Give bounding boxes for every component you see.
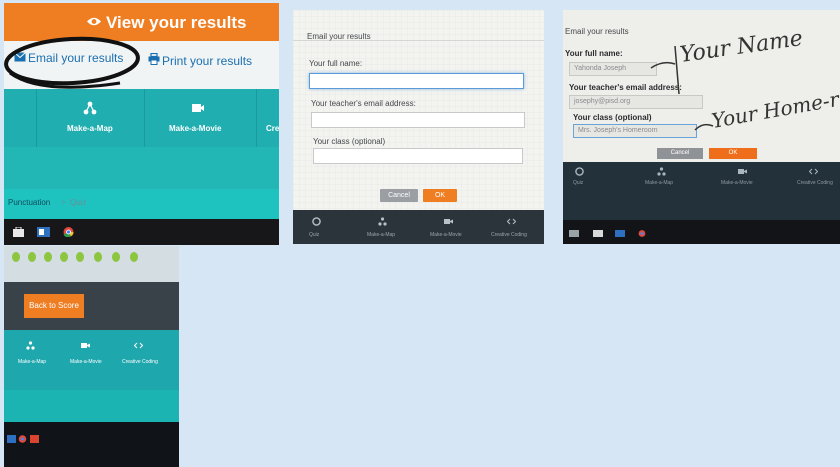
code-icon	[134, 342, 143, 349]
movie-camera-icon	[81, 343, 90, 348]
map-icon	[378, 217, 387, 226]
print-results-link[interactable]: Print your results	[162, 54, 252, 68]
tile-divider	[36, 89, 37, 147]
quiz-icon	[312, 217, 321, 226]
tile-make-a-movie[interactable]: Make-a-Movie	[169, 124, 221, 133]
teacher-email-input[interactable]	[311, 112, 525, 128]
content-band	[4, 147, 279, 189]
teacher-email-label: Your teacher's email address:	[311, 99, 416, 108]
chrome-icon[interactable]	[18, 435, 27, 443]
code-icon	[809, 168, 818, 175]
hand-drawn-circle-mark	[4, 36, 140, 89]
green-dot	[12, 252, 20, 262]
movie-camera-icon	[738, 169, 747, 174]
tile-creative-coding[interactable]: Creative Coding	[491, 232, 527, 238]
taskbar-app-icon[interactable]	[30, 435, 39, 443]
tile-creative-coding[interactable]: Creative Coding	[797, 180, 833, 186]
content-band	[4, 390, 179, 422]
map-icon	[83, 101, 97, 115]
tile-creative-coding[interactable]: Creative Coding	[122, 359, 158, 365]
tiles-bar-dark	[563, 162, 840, 220]
tiles-bar-dark	[293, 210, 544, 244]
handwritten-annotations: Your Name Your Home-room	[650, 26, 840, 133]
tiles-bar	[4, 89, 279, 147]
class-label: Your class (optional)	[313, 137, 386, 146]
green-dot	[94, 252, 102, 262]
tile-quiz[interactable]: Quiz	[309, 232, 319, 238]
chrome-icon[interactable]	[62, 227, 75, 237]
tile-make-a-map[interactable]: Make-a-Map	[67, 124, 113, 133]
taskbar-area	[4, 422, 179, 467]
green-dot	[60, 252, 68, 262]
full-name-input[interactable]	[309, 73, 524, 89]
green-dot	[44, 252, 52, 262]
map-icon	[657, 167, 666, 176]
printer-icon	[148, 53, 160, 65]
code-icon	[507, 218, 516, 225]
annotation-your-home-room: Your Home-room	[710, 79, 840, 132]
tile-make-a-map[interactable]: Make-a-Map	[645, 180, 673, 186]
tile-make-a-movie[interactable]: Make-a-Movie	[721, 180, 753, 186]
eye-icon	[87, 17, 101, 26]
green-dot	[28, 252, 36, 262]
breadcrumb-punctuation[interactable]: Punctuation	[8, 198, 50, 207]
taskbar-app-icon[interactable]	[569, 230, 579, 237]
briefcase-icon[interactable]	[593, 230, 603, 237]
tile-quiz[interactable]: Quiz	[573, 180, 583, 186]
cancel-button[interactable]: Cancel	[380, 189, 418, 202]
outlook-icon[interactable]	[615, 230, 625, 237]
tile-make-a-map[interactable]: Make-a-Map	[18, 359, 46, 365]
photo-back-to-score: Back to Score Make-a-Map Make-a-Movie Cr…	[4, 246, 179, 467]
quiz-icon	[575, 167, 584, 176]
breadcrumb-separator: >	[61, 198, 66, 207]
map-icon	[26, 341, 35, 350]
taskbar	[563, 220, 840, 244]
green-dot	[130, 252, 138, 262]
briefcase-icon[interactable]	[12, 227, 25, 237]
class-input[interactable]	[313, 148, 523, 164]
full-name-label: Your full name:	[309, 59, 363, 68]
photo-results-screen: View your results Email your results Pri…	[4, 3, 279, 245]
view-results-label: View your results	[106, 13, 247, 32]
photo-email-dialog-empty: Email your results Your full name: Your …	[293, 10, 544, 244]
tile-creative-partial[interactable]: Cre	[266, 124, 279, 133]
breadcrumb-quiz: Quiz	[70, 198, 87, 207]
outlook-icon[interactable]	[37, 227, 50, 237]
tile-make-a-movie[interactable]: Make-a-Movie	[430, 232, 462, 238]
chrome-icon[interactable]	[637, 230, 647, 237]
tile-divider	[256, 89, 257, 147]
annotation-your-name: Your Name	[678, 26, 804, 68]
green-dot	[76, 252, 84, 262]
back-to-score-button[interactable]: Back to Score	[24, 294, 84, 318]
dialog-title: Email your results	[307, 32, 371, 41]
outlook-icon[interactable]	[7, 435, 16, 443]
tile-make-a-map[interactable]: Make-a-Map	[367, 232, 395, 238]
photo-email-dialog-filled: Email your results Your full name: Yahon…	[563, 10, 840, 244]
tile-divider	[144, 89, 145, 147]
tile-make-a-movie[interactable]: Make-a-Movie	[70, 359, 102, 365]
green-dot	[112, 252, 120, 262]
movie-camera-icon	[192, 104, 204, 112]
ok-button[interactable]: OK	[423, 189, 457, 202]
movie-camera-icon	[444, 219, 453, 224]
